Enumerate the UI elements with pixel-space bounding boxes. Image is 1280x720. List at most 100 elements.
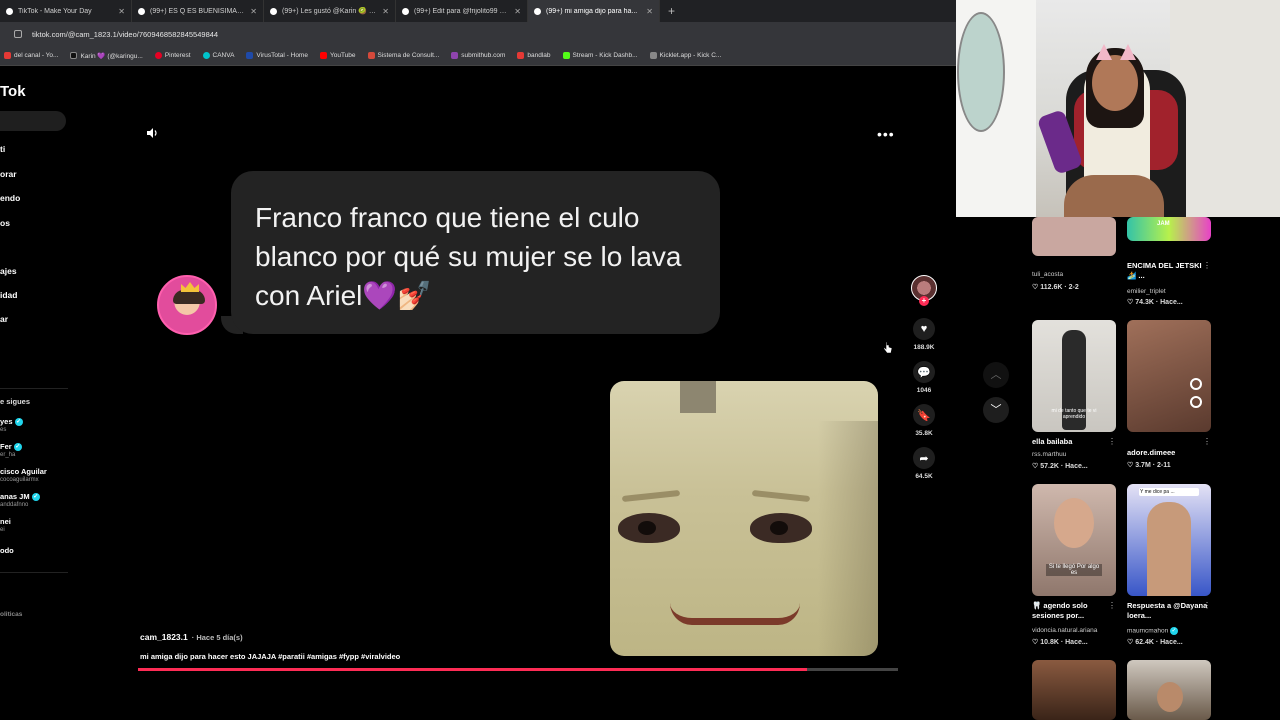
more-options-icon[interactable]: ⋮ xyxy=(1108,437,1116,446)
site-info-icon[interactable] xyxy=(14,30,22,38)
search-input[interactable] xyxy=(0,111,66,131)
policies-link[interactable]: oliticas xyxy=(0,611,22,618)
close-tab-icon[interactable]: ✕ xyxy=(382,7,389,16)
previous-video-button[interactable]: ︿ xyxy=(983,362,1009,388)
verified-badge-icon: ✓ xyxy=(1170,627,1178,635)
bookmark[interactable]: submithub.com xyxy=(451,52,505,59)
recommended-video[interactable]: JAM ENCIMA DEL JETSKI 🏄 ... ⋮ emilier_tr… xyxy=(1127,217,1211,306)
video-thumbnail[interactable] xyxy=(1127,320,1211,432)
thumbnail-overlay-text: JAM xyxy=(1157,221,1170,227)
more-options-icon[interactable]: ⋮ xyxy=(1203,437,1211,446)
comment-count: 1046 xyxy=(916,387,932,394)
video-face-frame[interactable] xyxy=(610,381,878,656)
bookmark[interactable]: Sistema de Consult... xyxy=(367,52,439,59)
followed-account[interactable]: yes ✓ es xyxy=(0,417,23,435)
more-options-icon[interactable]: ⋮ xyxy=(1108,601,1116,610)
video-author[interactable]: maumcmahon ✓ xyxy=(1127,627,1211,635)
video-title[interactable]: 🦷 agendo solo sesiones por... xyxy=(1032,601,1116,621)
share-icon: ➦ xyxy=(913,447,935,469)
bookmark[interactable]: YouTube xyxy=(319,52,356,59)
bookmark-icon: 🔖 xyxy=(913,404,935,426)
bookmark[interactable]: CANVA xyxy=(202,52,234,59)
video-caption[interactable]: mi amiga dijo para hacer esto JAJAJA #pa… xyxy=(140,652,400,661)
sidebar-divider xyxy=(0,388,68,389)
bookmark[interactable]: Kicklet.app - Kick C... xyxy=(649,52,721,59)
followed-account[interactable]: anas JM ✓ anddafnno xyxy=(0,492,40,510)
video-author[interactable]: tuli_acosta xyxy=(1032,271,1116,278)
video-progress-bar[interactable] xyxy=(138,668,898,671)
bookmark[interactable]: Stream - Kick Dashb... xyxy=(562,52,638,59)
tiktok-favicon-icon xyxy=(138,7,145,15)
recommended-video[interactable] xyxy=(1032,660,1116,720)
video-thumbnail[interactable]: Si te llegó Por algo es xyxy=(1032,484,1116,596)
video-author[interactable]: cam_1823.1 · Hace 5 día(s) xyxy=(140,632,243,642)
video-author[interactable]: rss.marthuu xyxy=(1032,451,1116,458)
browser-tab[interactable]: (99+) ES Q ES BUENISIMAAAA ✕ xyxy=(132,0,264,22)
recommended-video[interactable]: mi de tanto que te vi aprendido ella bai… xyxy=(1032,320,1116,470)
video-author[interactable]: vidoncia.natural.ariana xyxy=(1032,627,1116,634)
address-bar[interactable]: tiktok.com/@cam_1823.1/video/76094685828… xyxy=(0,22,956,46)
video-title[interactable]: ella bailaba xyxy=(1032,437,1116,447)
video-thumbnail[interactable] xyxy=(1032,660,1116,720)
tiktok-logo[interactable]: Tok xyxy=(0,83,26,100)
video-thumbnail[interactable]: mi de tanto que te vi aprendido xyxy=(1032,320,1116,432)
comment-button[interactable]: 💬 1046 xyxy=(908,361,940,394)
close-tab-icon[interactable]: ✕ xyxy=(646,7,653,16)
video-thumbnail[interactable]: JAM xyxy=(1127,217,1211,241)
recommended-video[interactable]: tuli_acosta ♡ 112.6K · 2-2 xyxy=(1032,217,1116,291)
commenter-avatar xyxy=(157,275,217,335)
more-options-icon[interactable]: ⋮ xyxy=(1203,261,1211,270)
share-button[interactable]: ➦ 64.5K xyxy=(908,447,940,480)
new-tab-button[interactable]: + xyxy=(660,4,683,18)
recommended-video[interactable]: Y me dice pa ... Respuesta a @Dayana loe… xyxy=(1127,484,1211,646)
more-options-icon[interactable]: ⋮ xyxy=(1203,601,1211,610)
browser-tab[interactable]: (99+) Les gustó @Karin 🥝 de... ✕ xyxy=(264,0,396,22)
recommended-video[interactable] xyxy=(1127,660,1211,720)
video-stats: ♡ 112.6K · 2-2 xyxy=(1032,284,1079,291)
followed-account[interactable]: nei ei xyxy=(0,517,11,535)
browser-tab[interactable]: TikTok - Make Your Day ✕ xyxy=(0,0,132,22)
video-title[interactable]: adore.dimeee xyxy=(1127,448,1211,458)
bookmark[interactable]: VirusTotal - Home xyxy=(246,52,308,59)
close-tab-icon[interactable]: ✕ xyxy=(250,7,257,16)
sidebar-item-activity[interactable]: idad xyxy=(0,290,17,300)
browser-tab-active[interactable]: (99+) mi amiga dijo para ha... ✕ xyxy=(528,0,660,22)
followed-account[interactable]: cisco Aguilar cocoaguilarmx xyxy=(0,467,47,485)
video-stats: ♡ 62.4K · Hace... xyxy=(1127,639,1183,646)
sidebar-item-for-you[interactable]: ti xyxy=(0,144,5,154)
next-video-button[interactable]: ﹀ xyxy=(983,397,1009,423)
video-title[interactable]: ENCIMA DEL JETSKI 🏄 ... xyxy=(1127,261,1203,281)
thumbnail-overlay-text: Y me dice pa ... xyxy=(1139,488,1199,496)
sidebar-item-following[interactable]: endo xyxy=(0,193,20,203)
browser-tab[interactable]: (99+) Edit para @frijolito99 y @... ✕ xyxy=(396,0,528,22)
recommended-video[interactable]: adore.dimeee ⋮ ♡ 3.7M · 2-11 xyxy=(1127,320,1211,469)
more-icon[interactable]: ••• xyxy=(877,126,895,142)
sidebar-item-explore[interactable]: orar xyxy=(0,169,17,179)
sidebar-item-upload[interactable]: ar xyxy=(0,314,8,324)
kicklet-icon xyxy=(649,52,657,59)
bookmark[interactable]: Pinterest xyxy=(154,52,191,59)
followed-account[interactable]: odo xyxy=(0,546,14,555)
video-title[interactable]: Respuesta a @Dayana loera... xyxy=(1127,601,1211,621)
followed-account[interactable]: Fer ✓ er_ha xyxy=(0,442,22,460)
bookmark[interactable]: bandlab xyxy=(517,52,551,59)
crown-icon xyxy=(181,282,199,292)
video-thumbnail[interactable] xyxy=(1032,217,1116,256)
video-thumbnail[interactable]: Y me dice pa ... xyxy=(1127,484,1211,596)
tiktok-favicon-icon xyxy=(534,7,541,15)
video-author[interactable]: emilier_triplet xyxy=(1127,288,1211,295)
speaker-icon[interactable] xyxy=(145,126,159,140)
sidebar-item-messages[interactable]: ajes xyxy=(0,266,17,276)
like-button[interactable]: ♥ 188.9K xyxy=(908,318,940,351)
video-thumbnail[interactable] xyxy=(1127,660,1211,720)
url-text[interactable]: tiktok.com/@cam_1823.1/video/76094685828… xyxy=(32,30,218,39)
close-tab-icon[interactable]: ✕ xyxy=(514,7,521,16)
bookmark[interactable]: del canal - Yo... xyxy=(4,52,58,59)
save-button[interactable]: 🔖 35.8K xyxy=(908,404,940,437)
author-username[interactable]: cam_1823.1 xyxy=(140,632,188,642)
bookmark[interactable]: Karin 💜 (@karingu... xyxy=(70,52,143,60)
recommended-video[interactable]: Si te llegó Por algo es 🦷 agendo solo se… xyxy=(1032,484,1116,646)
follow-plus-icon[interactable]: + xyxy=(919,296,929,306)
sidebar-item-friends[interactable]: os xyxy=(0,218,10,228)
close-tab-icon[interactable]: ✕ xyxy=(118,7,125,16)
